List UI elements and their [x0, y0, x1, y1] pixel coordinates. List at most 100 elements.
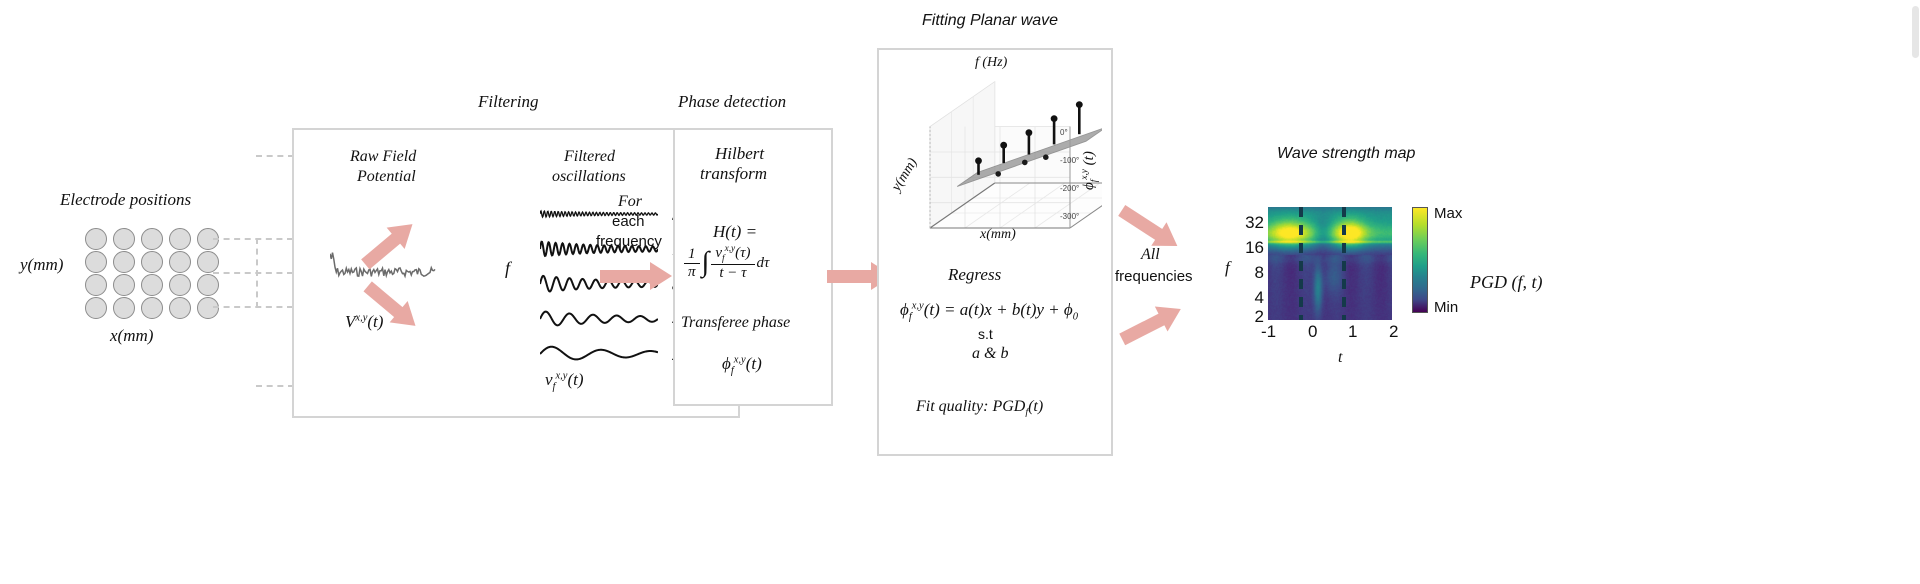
- hilbert-coeff-numerator: 1: [684, 246, 700, 264]
- all-frequencies-line2: frequencies: [1115, 268, 1193, 285]
- regress-eq-symbol: ϕ: [900, 300, 909, 319]
- raw-signal-sup: x,y: [355, 312, 368, 324]
- wave-strength-heatmap: [1268, 207, 1392, 320]
- output-sup: x,y: [555, 370, 568, 382]
- plot3d-data-point: [1050, 115, 1058, 122]
- plot3d-data-point: [1022, 159, 1028, 166]
- heatmap-x-axis-label: t: [1338, 349, 1343, 366]
- plot3d-data-point: [1000, 141, 1008, 149]
- heatmap-y-tick-8: 8: [1254, 263, 1264, 282]
- raw-field-potential-label-2: Potential: [357, 168, 416, 185]
- hilbert-coefficient: 1 π: [684, 246, 700, 281]
- fit-quality-label: Fit quality: PGDf(t): [916, 398, 1043, 418]
- fitting-planar-wave-title: Fitting Planar wave: [922, 12, 1059, 29]
- plot3d-data-point: [1025, 129, 1033, 137]
- hilbert-frac-numerator: vfx,y(τ): [711, 244, 755, 265]
- scrollbar-thumb[interactable]: [1912, 6, 1919, 58]
- connector-dash-to-panel-top: [256, 155, 294, 157]
- filtering-f-symbol: f: [505, 258, 511, 278]
- electrode-0-3: [169, 228, 191, 250]
- heatmap-x-tick-3: 2: [1389, 322, 1399, 341]
- heatmap-y-tick-16: 16: [1245, 238, 1264, 257]
- connector-dash-to-panel-bot: [256, 385, 294, 387]
- regress-equation: ϕfx,y(t) = a(t)x + b(t)y + ϕ0: [900, 300, 1078, 322]
- hilbert-transform-label-2: transform: [700, 164, 768, 183]
- fitting-z-tick-3: -300°: [1060, 212, 1080, 221]
- page-scrollbar[interactable]: [1910, 0, 1920, 584]
- pgd-value-label: PGD (f, t): [1470, 272, 1543, 292]
- heatmap-y-tick-4: 4: [1254, 288, 1264, 307]
- hilbert-coeff-denominator: π: [688, 263, 696, 280]
- phase-sub: f: [730, 365, 734, 377]
- heatmap-x-tick-1: 0: [1308, 322, 1318, 341]
- subject-to-label: s.t: [978, 326, 993, 342]
- plot3d-data-point: [975, 157, 982, 165]
- raw-signal-formula: Vx,y(t): [345, 312, 383, 332]
- electrode-0-2: [141, 228, 163, 250]
- electrode-0-1: [113, 228, 135, 250]
- hilbert-frac-denominator: t − τ: [719, 265, 747, 281]
- filtered-oscillations-label-2: oscillations: [552, 168, 626, 185]
- electrode-2-4: [197, 274, 219, 296]
- electrode-2-2: [141, 274, 163, 296]
- connector-dash-mid: [213, 272, 293, 274]
- output-sub: f: [552, 381, 556, 393]
- hilbert-transform-label-1: Hilbert: [715, 144, 765, 163]
- electrode-3-3: [169, 297, 191, 319]
- ab-label: a & b: [972, 345, 1009, 362]
- event-marker-1: [1342, 207, 1346, 320]
- fit-quality-symbol: PGD: [992, 398, 1026, 415]
- event-marker-0: [1299, 207, 1303, 320]
- connector-dash-vertical: [256, 238, 258, 308]
- heatmap-canvas: [1268, 207, 1392, 320]
- raw-field-potential-label-1: Raw Field: [350, 148, 417, 165]
- oscillation-trace-4Hz: [540, 310, 658, 327]
- fit-quality-prefix: Fit quality:: [916, 398, 989, 415]
- colorbar-max-label: Max: [1434, 205, 1463, 222]
- regress-eq-tail-sub: 0: [1072, 311, 1078, 323]
- integral-icon: ∫: [701, 247, 710, 278]
- electrode-3-2: [141, 297, 163, 319]
- fitting-x-axis-label: x(mm): [980, 227, 1016, 242]
- phase-arg: (t): [745, 354, 762, 373]
- raw-signal-symbol: V: [345, 312, 356, 331]
- filtering-title: Filtering: [478, 92, 539, 111]
- electrode-2-3: [169, 274, 191, 296]
- for-each-frequency-line1: For: [618, 193, 642, 210]
- for-each-frequency-line2: each: [612, 213, 645, 230]
- electrode-1-0: [85, 251, 107, 273]
- for-each-frequency-line3: frequency: [596, 233, 662, 250]
- connector-dash-bottom: [213, 306, 293, 308]
- hilbert-equation-lhs: H(t) =: [713, 222, 758, 241]
- regress-eq-sub: f: [908, 311, 912, 323]
- fitting-z-ticks: 0° -100° -200° -300°: [1060, 128, 1100, 221]
- fitting-z-tick-2: -200°: [1060, 184, 1080, 193]
- hilbert-equation-body: 1 π ∫ vfx,y(τ) t − τ dτ: [684, 244, 769, 282]
- output-symbol: v: [545, 370, 553, 389]
- plot3d-data-point: [995, 171, 1001, 177]
- heatmap-colorbar: [1412, 207, 1428, 313]
- fitting-z-axis-label: f (Hz): [975, 55, 1008, 70]
- oscillation-trace-2Hz: [540, 345, 658, 361]
- heatmap-x-tick-0: -1: [1261, 322, 1277, 341]
- heatmap-y-axis-label: f: [1225, 258, 1230, 277]
- phase-symbol: ϕ: [722, 354, 731, 373]
- electrode-3-0: [85, 297, 107, 319]
- electrode-0-0: [85, 228, 107, 250]
- heatmap-y-tick-32: 32: [1245, 213, 1264, 232]
- fitting-z-tick-1: -100°: [1060, 156, 1080, 165]
- electrode-1-4: [197, 251, 219, 273]
- connector-dash-top: [213, 238, 293, 240]
- wave-strength-map-title: Wave strength map: [1277, 145, 1416, 162]
- plot3d-data-point: [1043, 154, 1049, 160]
- plot3d-data-point: [1075, 101, 1083, 108]
- fitting-z-tick-0: 0°: [1060, 128, 1068, 137]
- arrow-filtering-to-phase: [600, 262, 672, 290]
- phase-detection-title: Phase detection: [678, 92, 787, 111]
- colorbar-min-label: Min: [1434, 299, 1459, 316]
- all-frequencies-line1: All: [1141, 246, 1160, 263]
- electrode-1-3: [169, 251, 191, 273]
- diagram-canvas: Electrode positions y(mm) x(mm) Filterin…: [0, 0, 1920, 584]
- electrode-2-1: [113, 274, 135, 296]
- transferee-phase-label: Transferee phase: [681, 314, 791, 331]
